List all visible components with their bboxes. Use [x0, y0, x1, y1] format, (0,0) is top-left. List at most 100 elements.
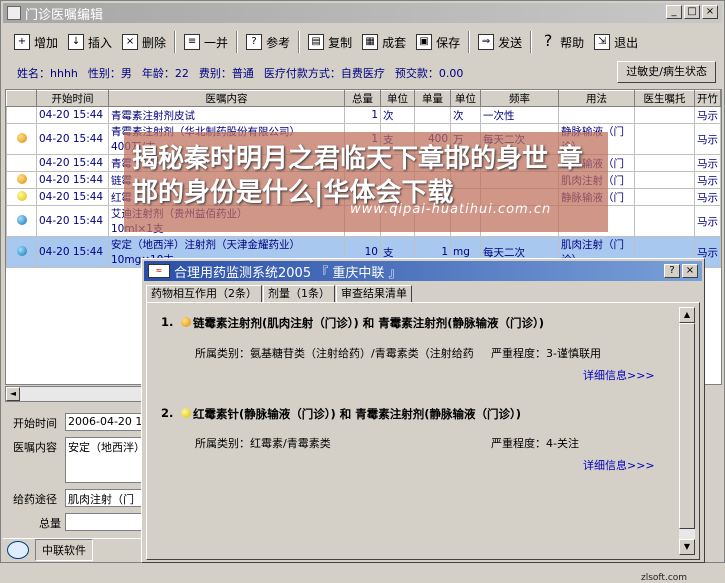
- help-button[interactable]: ? 帮助: [535, 29, 589, 55]
- cell-doctor[interactable]: 马示: [694, 154, 721, 172]
- horizontal-scrollbar[interactable]: ◄: [5, 386, 145, 402]
- row-status-cell[interactable]: [6, 154, 37, 172]
- cell-text: 10: [364, 246, 378, 258]
- cell-doctor[interactable]: 马示: [694, 123, 721, 155]
- detail-panel: 开始时间 2006-04-20 1 医嘱内容 安定（地西泮） 给药途径 肌肉注射…: [5, 405, 145, 535]
- row-status-cell[interactable]: [6, 106, 37, 124]
- cell-dose[interactable]: [414, 106, 451, 124]
- patient-name: 姓名：hhhh: [17, 67, 78, 80]
- dialog-panel: 1. 链霉素注射剂(肌肉注射（门诊）) 和 青霉素注射剂(静脉输液（门诊）) 所…: [146, 302, 700, 583]
- detail-link[interactable]: 详细信息>>>: [583, 367, 655, 383]
- cell-dose-unit[interactable]: 次: [450, 106, 481, 124]
- cell-doctor[interactable]: 马示: [694, 205, 721, 237]
- toolbar-separator: [236, 31, 239, 53]
- table-row[interactable]: 04-20 15:44 青霉素注射剂皮试 1 次次一次性 马示: [6, 106, 721, 124]
- cell-text: 次: [453, 109, 464, 122]
- header-cell[interactable]: 单位: [450, 90, 481, 107]
- package-button[interactable]: ▦ 成套: [357, 29, 411, 55]
- header-cell[interactable]: 医生嘱托: [634, 90, 695, 107]
- header-cell[interactable]: 单位: [380, 90, 415, 107]
- row-status-cell[interactable]: [6, 236, 37, 268]
- cell-text: 马示: [697, 133, 718, 146]
- header-cell[interactable]: 用法: [558, 90, 635, 107]
- group-icon: ≡: [184, 34, 201, 50]
- save-button[interactable]: ▣ 保存: [411, 29, 465, 55]
- cell-note[interactable]: [634, 123, 695, 155]
- copy-button[interactable]: ▤ 复制: [303, 29, 357, 55]
- cell-note[interactable]: [634, 171, 695, 189]
- cell-time[interactable]: 04-20 15:44: [36, 188, 109, 206]
- delete-button[interactable]: × 删除: [117, 29, 171, 55]
- header-cell[interactable]: 频率: [480, 90, 559, 107]
- cell-time[interactable]: 04-20 15:44: [36, 236, 109, 268]
- start-time-field[interactable]: 2006-04-20 1: [65, 413, 145, 431]
- header-cell[interactable]: 开始时间: [36, 90, 109, 107]
- route-field[interactable]: 肌肉注射（门: [65, 489, 145, 507]
- close-button[interactable]: ×: [702, 5, 718, 19]
- cell-time[interactable]: 04-20 15:44: [36, 171, 109, 189]
- cell-doctor[interactable]: 马示: [694, 171, 721, 189]
- patient-fee-type: 费别：普通: [198, 67, 254, 80]
- cell-note[interactable]: [634, 154, 695, 172]
- cell-time[interactable]: 04-20 15:44: [36, 123, 109, 155]
- insert-button[interactable]: ↓ 插入: [63, 29, 117, 55]
- group-button[interactable]: ≡ 一并: [179, 29, 233, 55]
- scroll-down-icon[interactable]: ▼: [679, 539, 695, 555]
- total-field[interactable]: [65, 513, 145, 531]
- cell-text: 安定（地西泮）注射剂（天津金耀药业）: [111, 239, 300, 251]
- scroll-left-icon[interactable]: ◄: [6, 387, 20, 401]
- warning-orange-icon: [181, 317, 191, 327]
- add-icon: +: [14, 34, 30, 50]
- window-title: 门诊医嘱编辑: [25, 7, 104, 23]
- cell-unit[interactable]: 次: [380, 106, 415, 124]
- cell-time[interactable]: 04-20 15:44: [36, 205, 109, 237]
- add-button[interactable]: + 增加: [9, 29, 63, 55]
- header-cell[interactable]: 开竹: [694, 90, 721, 107]
- header-cell[interactable]: 总量: [344, 90, 381, 107]
- tab-dosage[interactable]: 剂量（1条）: [263, 285, 335, 303]
- cell-time[interactable]: 04-20 15:44: [36, 154, 109, 172]
- dialog-close-button[interactable]: ×: [682, 264, 698, 278]
- scroll-thumb[interactable]: [679, 323, 695, 529]
- cell-note[interactable]: [634, 106, 695, 124]
- interaction-index: 1.: [161, 315, 174, 329]
- title-bar: 门诊医嘱编辑 _ □ ×: [3, 3, 722, 23]
- allergy-history-button[interactable]: 过敏史/病生状态: [617, 61, 716, 83]
- row-status-cell[interactable]: [6, 171, 37, 189]
- interaction-category: 所属类别：红霉素/青霉素类: [195, 437, 331, 450]
- cell-time[interactable]: 04-20 15:44: [36, 106, 109, 124]
- cell-note[interactable]: [634, 188, 695, 206]
- cell-note[interactable]: [634, 205, 695, 237]
- row-status-cell[interactable]: [6, 123, 37, 155]
- row-status-cell[interactable]: [6, 205, 37, 237]
- cell-freq[interactable]: 一次性: [480, 106, 559, 124]
- header-cell: [6, 90, 37, 107]
- tab-interactions[interactable]: 药物相互作用（2条）: [146, 285, 262, 303]
- cell-doctor[interactable]: 马示: [694, 106, 721, 124]
- header-cell[interactable]: 单量: [414, 90, 451, 107]
- cell-content[interactable]: 青霉素注射剂皮试: [108, 106, 345, 124]
- dialog-help-button[interactable]: ?: [664, 264, 680, 278]
- promo-overlay: 揭秘秦时明月之君临天下章邯的身世 章邯的身份是什么|华体会下载 www.qipa…: [124, 132, 608, 232]
- exit-button[interactable]: ⇲ 退出: [589, 29, 643, 55]
- detail-link[interactable]: 详细信息>>>: [583, 457, 655, 473]
- order-content-field[interactable]: 安定（地西泮）: [65, 437, 145, 483]
- interaction-text: 红霉素针(静脉输液（门诊）) 和 青霉素注射剂(静脉输液（门诊）): [193, 407, 522, 421]
- minimize-button[interactable]: _: [666, 5, 682, 19]
- patient-pay-method: 医疗付款方式：自费医疗: [263, 67, 385, 80]
- header-cell[interactable]: 医嘱内容: [108, 90, 345, 107]
- cell-text: 马示: [697, 174, 718, 187]
- dialog-vertical-scrollbar[interactable]: ▲ ▼: [679, 307, 695, 555]
- cell-total[interactable]: 1: [344, 106, 381, 124]
- cell-text: 马示: [697, 191, 718, 204]
- cell-doctor[interactable]: 马示: [694, 188, 721, 206]
- maximize-button[interactable]: □: [684, 5, 700, 19]
- tab-review-list[interactable]: 审查结果清单: [336, 285, 412, 303]
- reference-button[interactable]: ? 参考: [241, 29, 295, 55]
- scroll-up-icon[interactable]: ▲: [679, 307, 695, 323]
- row-status-cell[interactable]: [6, 188, 37, 206]
- cell-usage[interactable]: [558, 106, 635, 124]
- copy-icon: ▤: [308, 34, 325, 50]
- status-orange-icon: [16, 173, 27, 184]
- send-button[interactable]: ⇒ 发送: [473, 29, 527, 55]
